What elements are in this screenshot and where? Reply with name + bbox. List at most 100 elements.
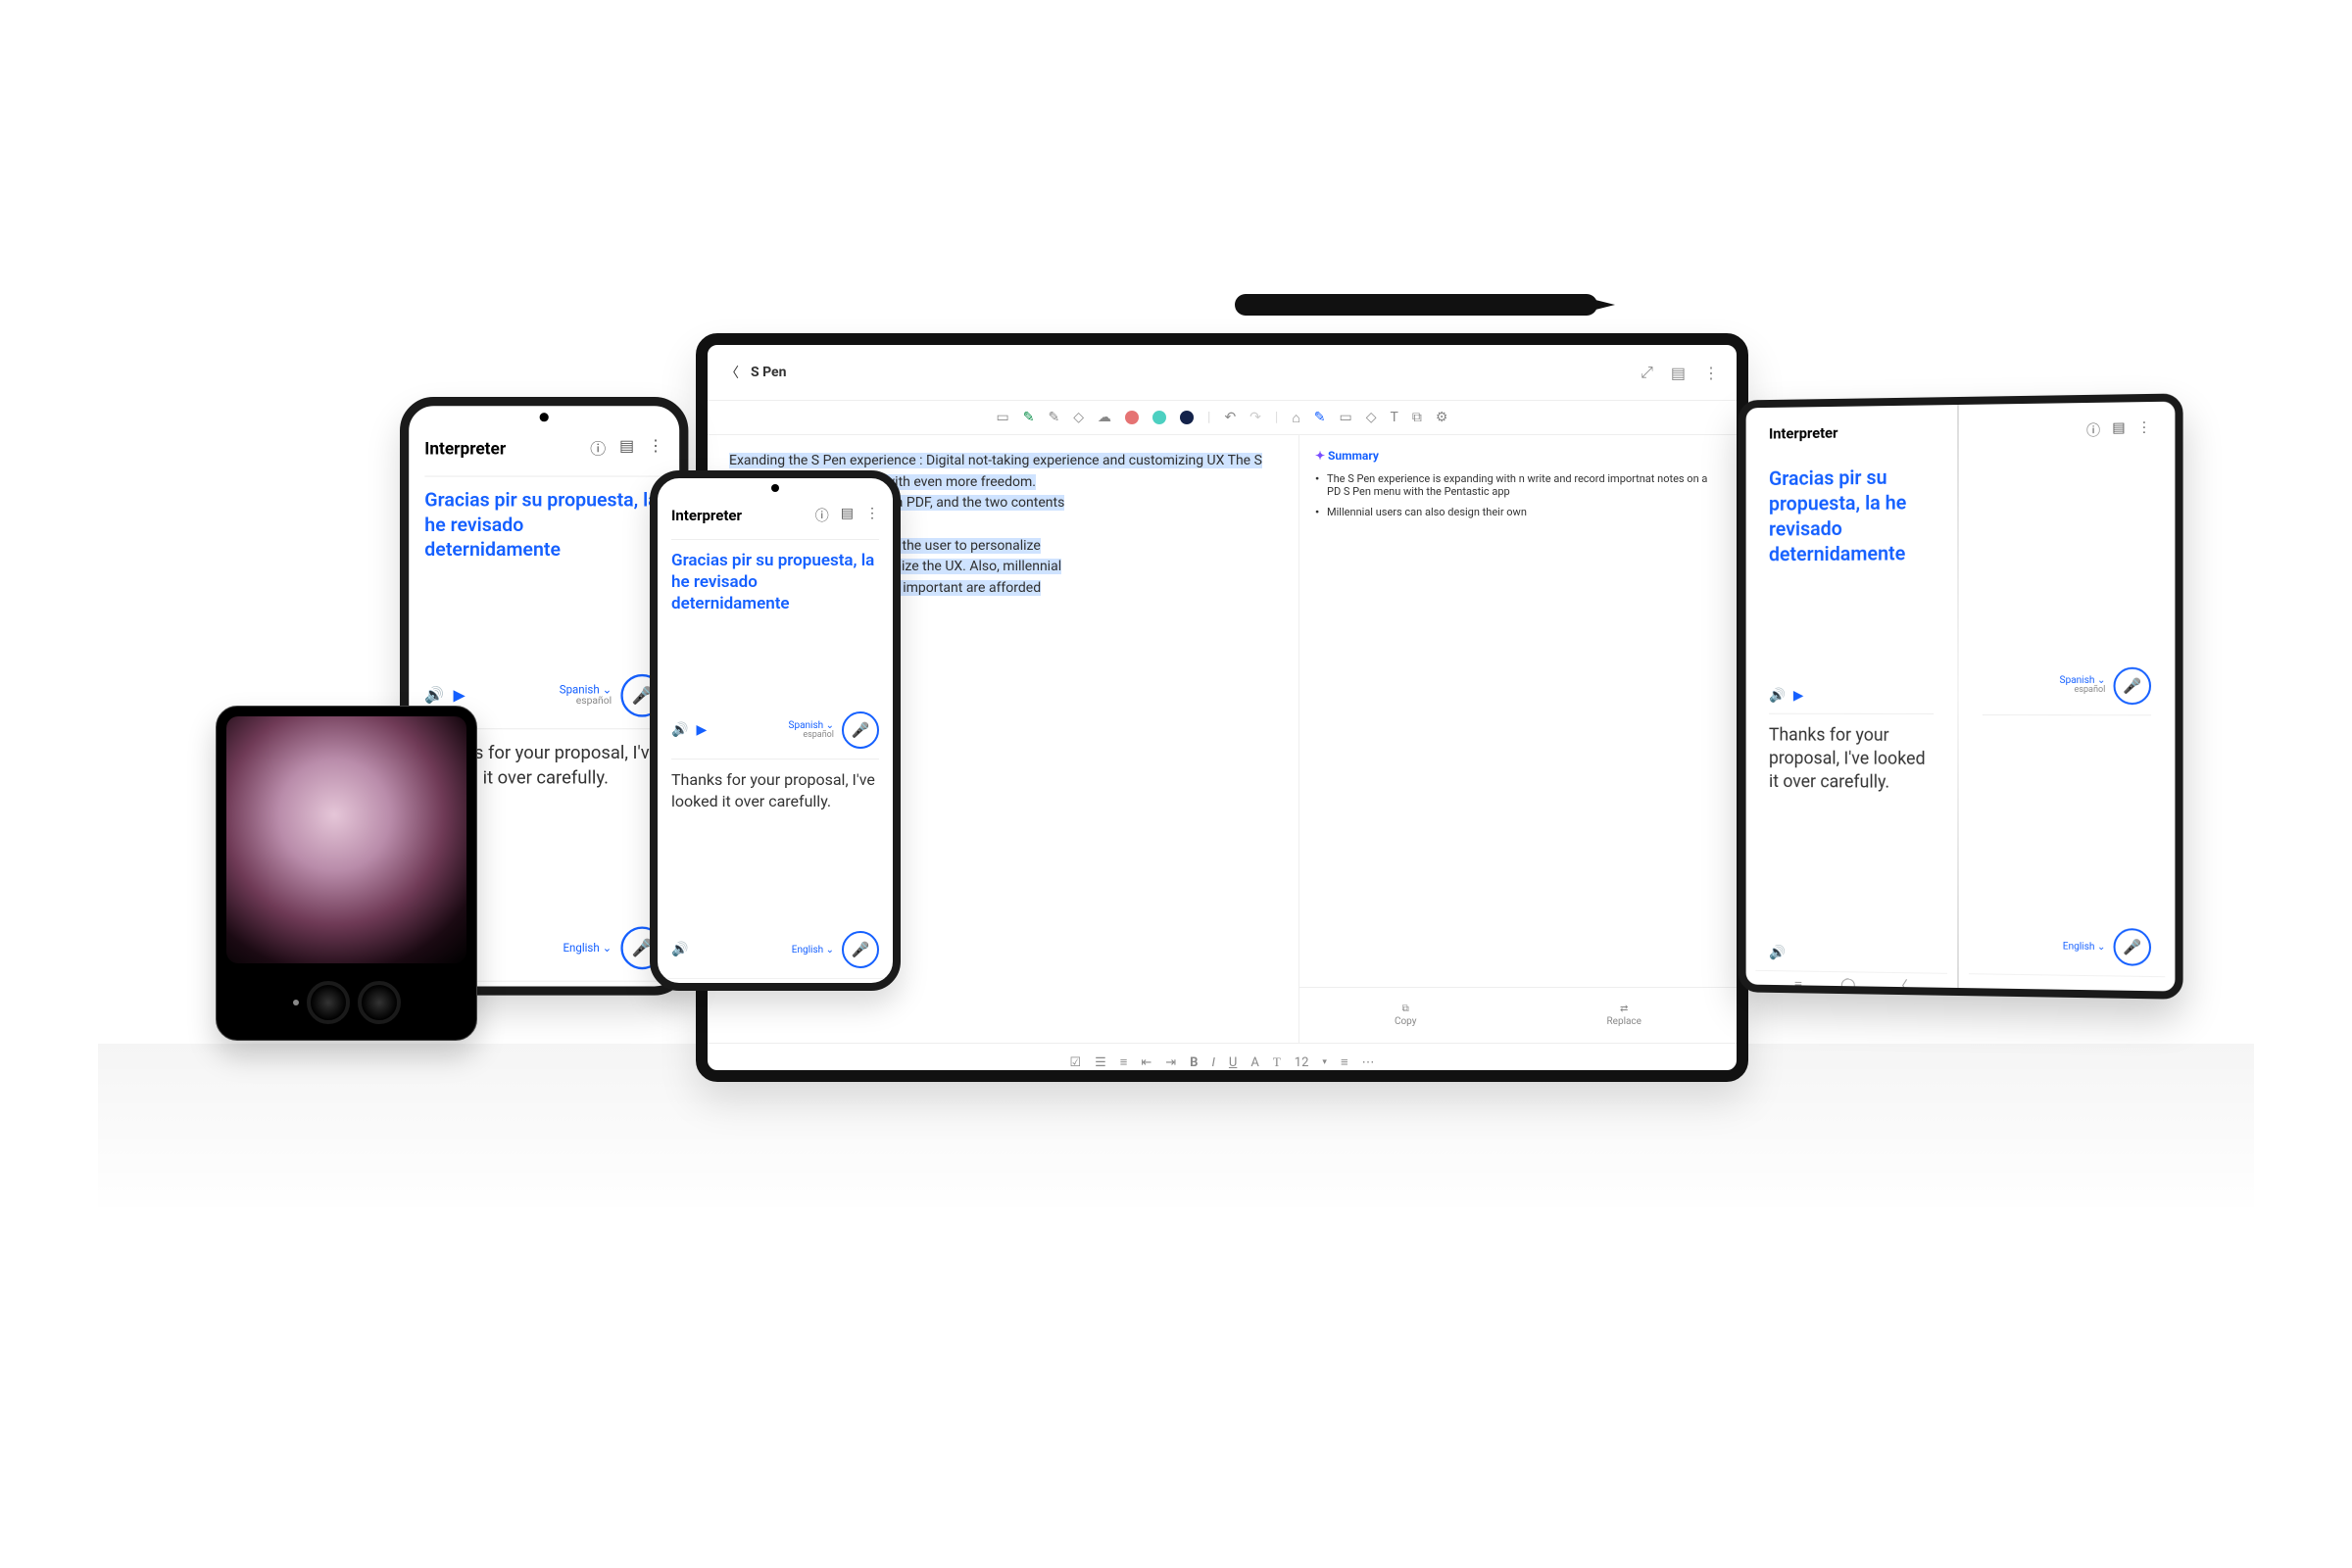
summary-heading: Summary — [1315, 449, 1721, 463]
tool-text-icon[interactable]: T — [1391, 410, 1398, 425]
mic-button[interactable]: 🎤 — [842, 931, 879, 968]
dst-lang-label[interactable]: English ⌄ — [563, 942, 612, 955]
info-icon[interactable]: ⓘ — [815, 506, 829, 525]
phone-small: Interpreter ⓘ ▤ ⋮ Gracias pir su propuesta… — [650, 470, 901, 991]
speaker-icon[interactable]: 🔊 — [424, 687, 444, 705]
mic-button[interactable]: 🎤 — [2114, 928, 2152, 966]
history-icon[interactable]: ▤ — [619, 437, 634, 460]
back-icon[interactable]: 〈 — [725, 363, 739, 382]
tool-shapes-icon[interactable]: ◇ — [1366, 410, 1377, 425]
cover-screen[interactable] — [226, 716, 466, 963]
s-pen-stylus — [1235, 294, 1597, 316]
color-teal[interactable] — [1152, 411, 1166, 424]
textcolor-button[interactable]: A — [1250, 1055, 1258, 1070]
android-navbar: ≡ ◯ 〈 — [1755, 970, 1947, 1000]
dst-lang-label[interactable]: English ⌄ — [2063, 941, 2106, 953]
app-title: Interpreter — [1769, 424, 1838, 443]
indent-icon[interactable]: ⇤ — [1141, 1055, 1152, 1070]
tool-select-icon[interactable]: ▭ — [997, 410, 1009, 425]
fold-phone: Interpreter Gracias pir su propuesta, la… — [1735, 397, 2166, 980]
copy-icon: ⧉ — [1402, 1004, 1409, 1014]
more-icon[interactable]: ⋮ — [865, 506, 879, 525]
speaker-icon[interactable]: 🔊 — [671, 722, 688, 738]
app-title: Interpreter — [424, 439, 506, 460]
page-icon[interactable]: ▤ — [1671, 364, 1686, 382]
tool-link-icon[interactable]: ⧉ — [1412, 410, 1422, 425]
home-icon[interactable]: ◯ — [532, 988, 550, 996]
recents-icon[interactable]: ≡ — [691, 984, 699, 992]
info-icon[interactable]: ⓘ — [590, 437, 606, 460]
more-icon[interactable]: ⋮ — [1703, 364, 1719, 382]
history-icon[interactable]: ▤ — [2112, 420, 2125, 440]
color-navy[interactable] — [1180, 411, 1194, 424]
fontsize-value[interactable]: 12 — [1295, 1055, 1309, 1070]
app-title: Interpreter — [671, 507, 742, 524]
speaker-icon[interactable]: 🔊 — [1769, 688, 1786, 704]
flash-led — [293, 1000, 299, 1005]
color-red[interactable] — [1125, 411, 1139, 424]
target-text: Thanks for your proposal, I've looked it… — [671, 769, 879, 811]
src-lang-label[interactable]: Spanish ⌄español — [560, 684, 612, 708]
speaker-icon[interactable]: 🔊 — [1769, 945, 1786, 960]
replace-icon: ⇄ — [1620, 1004, 1628, 1014]
tool-home-icon[interactable]: ⌂ — [1292, 410, 1299, 426]
play-icon[interactable]: ▶ — [454, 687, 466, 705]
summary-bullet: Millennial users can also design their o… — [1315, 506, 1721, 518]
mic-button[interactable]: 🎤 — [842, 711, 879, 749]
source-text: Gracias pir su propuesta, la he revisado… — [1769, 464, 1934, 566]
speaker-icon[interactable]: 🔊 — [671, 942, 688, 957]
number-list-icon[interactable]: ≡ — [1120, 1054, 1128, 1070]
tool-highlighter-icon[interactable]: ✎ — [1049, 410, 1060, 425]
front-camera — [771, 484, 779, 492]
tool-cloud-icon[interactable]: ☁ — [1098, 410, 1111, 425]
tool-layers-icon[interactable]: ▭ — [1340, 410, 1352, 425]
tablet-titlebar: 〈 S Pen ⤢ ▤ ⋮ — [708, 345, 1737, 401]
copy-button[interactable]: ⧉Copy — [1395, 1004, 1417, 1027]
format-toolbar: ☑ ☰ ≡ ⇤ ⇥ B I U A T 12▾ ≡ ⋯ — [708, 1043, 1737, 1081]
tablet-title: S Pen — [751, 365, 786, 380]
more-format-icon[interactable]: ⋯ — [1362, 1055, 1375, 1070]
history-icon[interactable]: ▤ — [841, 506, 854, 525]
italic-button[interactable]: I — [1211, 1055, 1214, 1070]
info-icon[interactable]: ⓘ — [2086, 420, 2100, 440]
font-button[interactable]: T — [1273, 1054, 1281, 1070]
camera-lens — [307, 981, 350, 1024]
expand-icon[interactable]: ⤢ — [1641, 363, 1653, 382]
summary-panel: Summary The S Pen experience is expandin… — [1299, 435, 1737, 1043]
home-icon[interactable]: ◯ — [1840, 977, 1855, 993]
src-lang-label[interactable]: Spanish ⌄español — [2060, 675, 2106, 696]
play-icon[interactable]: ▶ — [696, 722, 707, 738]
undo-icon[interactable]: ↶ — [1224, 410, 1236, 425]
android-navbar: ≡ ◯ 〈 — [658, 978, 893, 991]
back-icon[interactable]: 〈 — [625, 985, 641, 995]
tool-pen-icon[interactable]: ✎ — [1023, 410, 1035, 425]
src-lang-label[interactable]: Spanish ⌄español — [789, 720, 834, 741]
android-navbar: . — [1969, 973, 2165, 1000]
more-icon[interactable]: ⋮ — [2137, 419, 2151, 439]
back-icon[interactable]: 〈 — [1894, 976, 1908, 996]
play-icon[interactable]: ▶ — [1793, 688, 1804, 704]
recents-icon[interactable]: ≡ — [1794, 976, 1802, 993]
bullet-list-icon[interactable]: ☰ — [1095, 1055, 1106, 1070]
camera-lens — [358, 981, 401, 1024]
dst-lang-label[interactable]: English ⌄ — [792, 945, 834, 956]
mic-button[interactable]: 🎤 — [2114, 666, 2152, 704]
align-icon[interactable]: ≡ — [1341, 1054, 1348, 1070]
outdent-icon[interactable]: ⇥ — [1165, 1055, 1176, 1070]
more-icon[interactable]: ⋮ — [648, 437, 663, 460]
front-camera — [540, 413, 549, 421]
flip-phone-closed — [216, 706, 477, 1041]
tool-settings-icon[interactable]: ⚙ — [1436, 410, 1448, 425]
source-text: Gracias pir su propuesta, la he revisado… — [424, 488, 663, 563]
replace-button[interactable]: ⇄Replace — [1606, 1004, 1642, 1027]
redo-icon[interactable]: ↷ — [1250, 410, 1261, 425]
tool-eraser-icon[interactable]: ◇ — [1073, 410, 1084, 425]
checklist-icon[interactable]: ☑ — [1069, 1055, 1081, 1070]
underline-button[interactable]: U — [1229, 1055, 1237, 1070]
bold-button[interactable]: B — [1190, 1055, 1198, 1070]
tool-lasso-icon[interactable]: ✎ — [1314, 410, 1326, 425]
back-icon[interactable]: 〈 — [846, 982, 859, 991]
source-text: Gracias pir su propuesta, la he revisado… — [671, 550, 879, 614]
tablet-toolbar: ▭ ✎ ✎ ◇ ☁ | ↶ ↷ | ⌂ ✎ ▭ ◇ T ⧉ ⚙ — [708, 401, 1737, 435]
home-icon[interactable]: ◯ — [764, 984, 780, 991]
